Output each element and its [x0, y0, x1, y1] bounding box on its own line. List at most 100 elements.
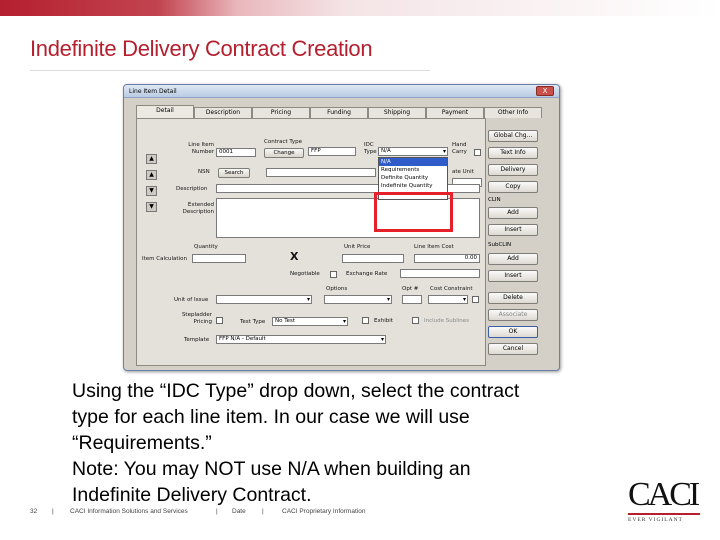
move-up-button[interactable]: ▲ [146, 170, 157, 180]
footer-proprietary: CACI Proprietary Information [282, 508, 366, 515]
options-dropdown[interactable] [324, 295, 392, 304]
delete-button[interactable]: Delete [488, 292, 538, 304]
line-item-detail-dialog: Line Item Detail X Detail Description Pr… [123, 84, 560, 371]
subclin-add-button[interactable]: Add [488, 253, 538, 265]
quantity-input[interactable] [192, 254, 246, 263]
clin-insert-button[interactable]: Insert [488, 224, 538, 236]
logo-bar [628, 513, 700, 515]
opt-number-label: Opt # [402, 286, 419, 292]
subclin-group-label: SubCLIN [488, 242, 512, 248]
delivery-button[interactable]: Delivery [488, 164, 538, 176]
test-type-label: Test Type [240, 319, 266, 325]
footer-date: Date [232, 508, 246, 515]
footer-separator: | [216, 508, 218, 515]
instruction-caption: Using the “IDC Type” drop down, select t… [72, 378, 632, 508]
negotiable-label: Negotiable [290, 271, 320, 277]
idc-type-dropdown[interactable]: N/A [378, 147, 448, 156]
cost-constraint-dropdown[interactable] [428, 295, 468, 304]
header-gradient-bar [0, 0, 720, 16]
subclin-insert-button[interactable]: Insert [488, 270, 538, 282]
unit-of-issue-dropdown[interactable] [216, 295, 312, 304]
hand-carry-label: Hand Carry [452, 142, 467, 155]
tab-description[interactable]: Description [194, 107, 252, 118]
caption-line: Using the “IDC Type” drop down, select t… [72, 380, 520, 402]
caci-logo: CACI EVER VIGILANT [628, 478, 704, 523]
line-item-cost-label: Line Item Cost [414, 244, 454, 250]
unit-price-input[interactable] [342, 254, 404, 263]
close-button[interactable]: X [536, 86, 554, 96]
tab-funding[interactable]: Funding [310, 107, 368, 118]
page-number: 32 [30, 508, 38, 515]
tab-shipping[interactable]: Shipping [368, 107, 426, 118]
caption-line: “Requirements.” [72, 432, 212, 454]
tab-pricing[interactable]: Pricing [252, 107, 310, 118]
idc-options-highlight [374, 192, 453, 232]
dialog-tabs: Detail Description Pricing Funding Shipp… [136, 105, 544, 118]
associate-button[interactable]: Associate [488, 309, 538, 321]
footer-separator: | [52, 508, 54, 515]
unit-price-label: Unit Price [344, 244, 371, 250]
contract-type-label: Contract Type [264, 139, 303, 145]
footer-separator: | [262, 508, 264, 515]
footer-company: CACI Information Solutions and Services [70, 508, 188, 515]
item-calculation-label: Item Calculation [142, 256, 187, 262]
move-down-button[interactable]: ▼ [146, 186, 157, 196]
unit-of-issue-label: Unit of Issue [174, 297, 209, 303]
template-dropdown[interactable]: FFP N/A - Default [216, 335, 386, 344]
cancel-button[interactable]: Cancel [488, 343, 538, 355]
exchange-rate-input[interactable] [400, 269, 480, 278]
idc-option-requirements[interactable]: Requirements [379, 166, 447, 174]
hand-carry-checkbox[interactable] [474, 149, 481, 156]
nsn-label: NSN [198, 169, 210, 175]
line-item-cost-field: 0.00 [414, 254, 480, 263]
copy-button[interactable]: Copy [488, 181, 538, 193]
stepladder-checkbox[interactable] [216, 317, 223, 324]
dialog-title: Line Item Detail [129, 88, 177, 95]
exhibit-checkbox[interactable] [362, 317, 369, 324]
idc-option-indefinite-quantity[interactable]: Indefinite Quantity [379, 182, 447, 190]
quantity-label: Quantity [194, 244, 218, 250]
idc-option-na[interactable]: N/A [379, 158, 447, 166]
opt-number-input[interactable] [402, 295, 422, 304]
include-sublines-label: Include Sublines [424, 318, 470, 324]
logo-text: CACI [628, 476, 700, 513]
move-top-button[interactable]: ▲ [146, 154, 157, 164]
clin-group-label: CLIN [488, 197, 501, 203]
move-bottom-button[interactable]: ▼ [146, 202, 157, 212]
caption-line: type for each line item. In our case we … [72, 406, 470, 428]
caption-line: Indefinite Delivery Contract. [72, 484, 312, 506]
include-sublines-checkbox[interactable] [412, 317, 419, 324]
tab-detail[interactable]: Detail [136, 105, 194, 118]
tab-other-info[interactable]: Other Info [484, 107, 542, 118]
line-item-number-input[interactable]: 0001 [216, 148, 256, 157]
nsn-input[interactable] [266, 168, 376, 177]
clin-add-button[interactable]: Add [488, 207, 538, 219]
contract-type-field[interactable]: FFP [308, 147, 356, 156]
unit-label: ate Unit [452, 169, 474, 175]
caption-line: Note: You may NOT use N/A when building … [72, 458, 471, 480]
logo-tagline: EVER VIGILANT [628, 517, 683, 523]
description-label: Description [176, 186, 208, 192]
options-label: Options [326, 286, 348, 292]
negotiable-checkbox[interactable] [330, 271, 337, 278]
template-label: Template [184, 337, 210, 343]
idc-option-definite-quantity[interactable]: Definite Quantity [379, 174, 447, 182]
change-contract-type-button[interactable]: Change [264, 148, 304, 158]
exhibit-label: Exhibit [374, 318, 393, 324]
cost-constraint-checkbox[interactable] [472, 296, 479, 303]
tab-payment[interactable]: Payment [426, 107, 484, 118]
idc-type-label: IDC Type [364, 142, 377, 155]
extended-description-label: Extended Description [182, 202, 214, 215]
stepladder-pricing-label: Stepladder Pricing [181, 312, 212, 325]
test-type-dropdown[interactable]: No Test [272, 317, 348, 326]
dialog-titlebar[interactable]: Line Item Detail X [124, 85, 559, 98]
text-info-button[interactable]: Text Info [488, 147, 538, 159]
slide-title: Indefinite Delivery Contract Creation [30, 36, 373, 61]
global-chg-button[interactable]: Global Chg... [488, 130, 538, 142]
exchange-rate-label: Exchange Rate [346, 271, 388, 277]
nsn-search-button[interactable]: Search [218, 168, 250, 178]
multiply-symbol: X [290, 250, 299, 263]
title-divider [30, 70, 430, 71]
cost-constraint-label: Cost Constraint [430, 286, 473, 292]
ok-button[interactable]: OK [488, 326, 538, 338]
